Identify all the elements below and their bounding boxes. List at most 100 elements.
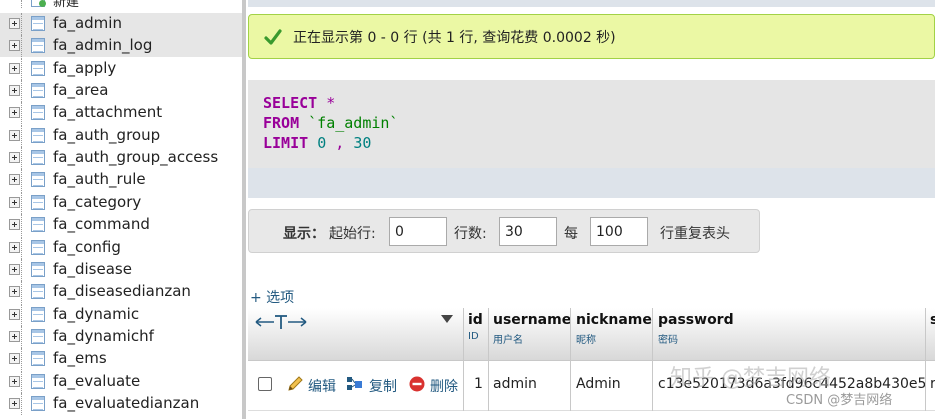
expand-plus-icon[interactable] [9, 174, 20, 186]
table-icon[interactable] [31, 60, 45, 76]
nav-item-label[interactable]: fa_evaluate [53, 372, 140, 390]
table-icon[interactable] [31, 38, 45, 54]
column-header-id[interactable]: id [468, 312, 483, 328]
nav-item-label[interactable]: fa_evaluatedianzan [53, 394, 199, 412]
table-icon[interactable] [31, 284, 45, 300]
nav-new-label: 新建 [53, 0, 80, 10]
expand-plus-icon[interactable] [9, 152, 20, 164]
table-icon[interactable] [31, 16, 45, 31]
rows-count-input[interactable] [499, 217, 557, 246]
column-header-next[interactable]: s [930, 312, 935, 328]
table-icon[interactable] [31, 217, 45, 233]
nav-item-fa-admin-log[interactable]: fa_admin_log [0, 35, 242, 58]
copy-button[interactable]: 复制 [369, 376, 397, 396]
cell-id[interactable]: 1 [474, 376, 483, 392]
expand-plus-icon[interactable] [9, 353, 20, 365]
nav-item-label[interactable]: fa_command [53, 215, 150, 233]
expand-plus-icon[interactable] [9, 107, 20, 119]
nav-item-fa-dynamic[interactable]: fa_dynamic [0, 303, 242, 326]
tree-connector [21, 303, 22, 326]
table-icon[interactable] [31, 194, 45, 210]
delete-button[interactable]: 删除 [430, 376, 458, 396]
nav-item-label[interactable]: fa_auth_group_access [53, 148, 218, 166]
table-icon[interactable] [31, 395, 45, 411]
column-resize-icon[interactable] [254, 314, 308, 330]
expand-plus-icon[interactable] [9, 241, 20, 253]
expand-plus-icon[interactable] [9, 397, 20, 409]
expand-plus-icon[interactable] [9, 62, 20, 74]
nav-item-label[interactable]: fa_area [53, 81, 108, 99]
table-icon[interactable] [31, 127, 45, 143]
nav-item-fa-apply[interactable]: fa_apply [0, 57, 242, 80]
expand-plus-icon[interactable] [9, 196, 20, 208]
expand-plus-icon[interactable] [9, 263, 20, 275]
start-row-input[interactable] [389, 217, 447, 246]
column-header-username[interactable]: username [493, 312, 571, 328]
nav-item-label[interactable]: fa_ems [53, 349, 107, 367]
nav-item-label[interactable]: fa_auth_rule [53, 170, 146, 188]
cell-nickname[interactable]: Admin [576, 376, 621, 392]
column-header-password[interactable]: password [658, 312, 734, 328]
table-icon[interactable] [31, 83, 45, 99]
table-icon[interactable] [31, 150, 45, 166]
nav-item-fa-area[interactable]: fa_area [0, 80, 242, 103]
nav-item-fa-command[interactable]: fa_command [0, 214, 242, 237]
sort-triangle-icon[interactable] [440, 314, 454, 324]
table-icon[interactable] [31, 373, 45, 389]
nav-item-fa-disease[interactable]: fa_disease [0, 258, 242, 281]
expand-plus-icon[interactable] [9, 129, 20, 141]
nav-item-label[interactable]: fa_apply [53, 59, 116, 77]
row-checkbox[interactable] [258, 377, 272, 391]
expand-plus-icon[interactable] [9, 286, 20, 298]
expand-plus-icon[interactable] [9, 40, 20, 52]
nav-item-fa-dynamichf[interactable]: fa_dynamichf [0, 325, 242, 348]
sql-limit-offset: 0 [317, 134, 327, 152]
edit-button[interactable]: 编辑 [308, 376, 336, 396]
column-header-nickname[interactable]: nickname [576, 312, 652, 328]
nav-item-fa-ems[interactable]: fa_ems [0, 348, 242, 371]
delete-icon[interactable] [408, 375, 426, 393]
table-icon[interactable] [31, 261, 45, 277]
expand-plus-icon[interactable] [9, 18, 20, 29]
check-icon [264, 29, 282, 45]
nav-item-label[interactable]: fa_dynamic [53, 305, 139, 323]
nav-item-fa-admin[interactable]: fa_admin [0, 13, 242, 35]
table-icon[interactable] [31, 351, 45, 367]
nav-item-label[interactable]: fa_diseasedianzan [53, 282, 191, 300]
cell-username[interactable]: admin [493, 376, 537, 392]
column-separator [570, 308, 571, 411]
nav-item-fa-diseasedianzan[interactable]: fa_diseasedianzan [0, 281, 242, 304]
nav-item-label[interactable]: fa_dynamichf [53, 327, 154, 345]
nav-item-label[interactable]: fa_attachment [53, 103, 162, 121]
table-icon[interactable] [31, 172, 45, 188]
nav-item-label[interactable]: fa_auth_group [53, 126, 160, 144]
nav-item-fa-attachment[interactable]: fa_attachment [0, 102, 242, 125]
nav-item-label[interactable]: fa_category [53, 193, 141, 211]
success-message: 正在显示第 0 - 0 行 (共 1 行, 查询花费 0.0002 秒) [248, 14, 935, 59]
nav-item-fa-evaluate[interactable]: fa_evaluate [0, 370, 242, 393]
table-icon[interactable] [31, 239, 45, 255]
table-icon[interactable] [31, 105, 45, 121]
nav-item-label[interactable]: fa_admin_log [53, 36, 152, 54]
nav-item-fa-auth-group[interactable]: fa_auth_group [0, 124, 242, 147]
nav-item-fa-auth-group-access[interactable]: fa_auth_group_access [0, 147, 242, 170]
options-link[interactable]: + 选项 [250, 287, 294, 307]
table-icon[interactable] [31, 328, 45, 344]
table-icon[interactable] [31, 306, 45, 322]
nav-item-label[interactable]: fa_config [53, 238, 121, 256]
expand-plus-icon[interactable] [9, 375, 20, 387]
copy-icon[interactable] [346, 375, 364, 393]
nav-item-label[interactable]: fa_admin [53, 14, 122, 32]
expand-plus-icon[interactable] [9, 330, 20, 342]
expand-plus-icon[interactable] [9, 219, 20, 231]
expand-plus-icon[interactable] [9, 308, 20, 320]
nav-item-fa-evaluatedianzan[interactable]: fa_evaluatedianzan [0, 392, 242, 415]
nav-item-fa-config[interactable]: fa_config [0, 236, 242, 259]
nav-item-fa-auth-rule[interactable]: fa_auth_rule [0, 169, 242, 192]
pencil-icon[interactable] [286, 375, 304, 393]
cell-next[interactable]: r [930, 376, 935, 392]
nav-item-label[interactable]: fa_disease [53, 260, 132, 278]
expand-plus-icon[interactable] [9, 85, 20, 97]
repeat-headers-input[interactable] [590, 217, 648, 246]
nav-item-fa-category[interactable]: fa_category [0, 191, 242, 214]
